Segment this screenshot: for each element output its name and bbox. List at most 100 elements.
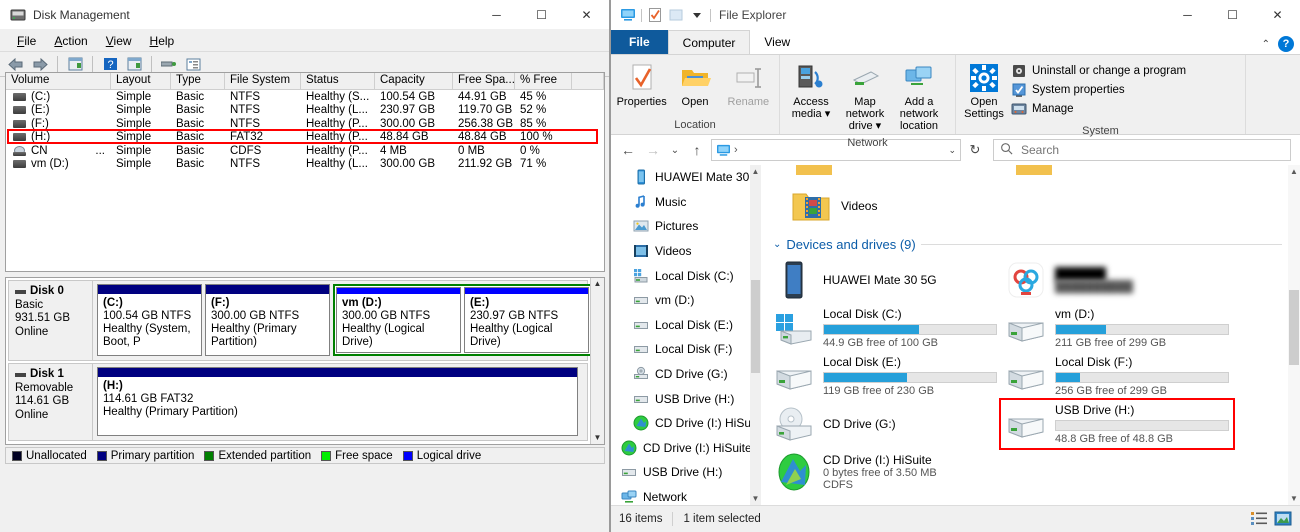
details-view-button[interactable] <box>1250 511 1268 527</box>
open-settings-button[interactable]: Open Settings <box>960 59 1008 123</box>
drive-tile[interactable]: CD Drive (I:) HiSuite 0 bytes free of 3.5… <box>769 448 1001 496</box>
scroll-down-icon[interactable]: ▼ <box>1290 494 1298 503</box>
large-icons-view-button[interactable] <box>1274 511 1292 527</box>
table-row[interactable]: (E:) Simple Basic NTFS Healthy (L... 230.97 G… <box>6 104 604 118</box>
minimize-button[interactable]: ─ <box>1165 0 1210 30</box>
close-button[interactable]: ✕ <box>1255 0 1300 30</box>
table-row[interactable]: (H:) Simple Basic FAT32 Healthy (P... 48.84 G… <box>6 131 604 145</box>
up-button[interactable]: ↑ <box>686 139 708 161</box>
column-header-file-system[interactable]: File System <box>225 73 301 89</box>
refresh-icon[interactable] <box>123 54 145 74</box>
drive-tile[interactable]: USB Drive (H:) 48.8 GB free of 48.8 GB <box>1001 400 1233 448</box>
back-button[interactable]: ← <box>617 139 639 161</box>
partition[interactable]: vm (D:) 300.00 GB NTFS Healthy (Logical Dr… <box>336 287 461 353</box>
content-scrollbar[interactable]: ▲ ▼ <box>1288 165 1300 505</box>
close-button[interactable]: ✕ <box>564 0 609 30</box>
sidebar-item-usb-drive-h[interactable]: USB Drive (H:) <box>611 460 761 485</box>
table-row[interactable]: vm (D:) Simple Basic NTFS Healthy (L... 300.0… <box>6 158 604 172</box>
customize-qat-dropdown-icon[interactable] <box>689 7 705 23</box>
back-button[interactable] <box>5 54 27 74</box>
table-row[interactable]: (C:) Simple Basic NTFS Healthy (S... 100.54 G… <box>6 90 604 104</box>
add-network-location-button[interactable]: Add a network location <box>892 59 946 135</box>
column-header-percent-free[interactable]: % Free <box>515 73 572 89</box>
search-input[interactable] <box>1019 142 1284 158</box>
drive-tile[interactable]: HUAWEI Mate 30 5G <box>769 256 1001 304</box>
recent-locations-icon[interactable]: ⌄ <box>667 139 683 161</box>
sidebar-item-huawei-mate-30-5g[interactable]: HUAWEI Mate 30 5G <box>611 165 761 190</box>
show-console-tree-icon[interactable] <box>64 54 86 74</box>
drive-tile[interactable]: Local Disk (E:) 119 GB free of 230 GB <box>769 352 1001 400</box>
disk-row[interactable]: Disk 0 Basic 931.51 GB Online (C:) 100.54 GB … <box>8 280 590 361</box>
drive-tile[interactable]: vm (D:) 211 GB free of 299 GB <box>1001 304 1233 352</box>
sidebar-item-cd-drive-i-hisuite[interactable]: CD Drive (I:) HiSuite <box>611 436 761 461</box>
search-box[interactable] <box>993 139 1291 161</box>
table-row[interactable]: (F:) Simple Basic NTFS Healthy (P... 300.00 G… <box>6 117 604 131</box>
collapse-ribbon-icon[interactable]: ⌃ <box>1262 39 1270 50</box>
disk-row[interactable]: Disk 1 Removable 114.61 GB Online (H:) 114.61… <box>8 363 588 441</box>
access-media-button[interactable]: Access media ▾ <box>784 59 838 123</box>
forward-button[interactable] <box>29 54 51 74</box>
sidebar-item-cd-drive-i-hisuite[interactable]: CD Drive (I:) HiSuite <box>611 411 761 436</box>
scrollbar-thumb[interactable] <box>1289 290 1299 365</box>
partition[interactable]: (C:) 100.54 GB NTFS Healthy (System, Boot,… <box>97 284 202 356</box>
maximize-button[interactable]: ☐ <box>1210 0 1255 30</box>
column-header-capacity[interactable]: Capacity <box>375 73 453 89</box>
sidebar-item-usb-drive-h[interactable]: USB Drive (H:) <box>611 386 761 411</box>
menu-action[interactable]: Action <box>45 32 96 50</box>
sidebar-item-local-disk-f[interactable]: Local Disk (F:) <box>611 337 761 362</box>
chevron-down-icon[interactable]: ⌄ <box>773 239 781 250</box>
forward-button[interactable]: → <box>642 139 664 161</box>
partition[interactable]: (F:) 300.00 GB NTFS Healthy (Primary Parti… <box>205 284 330 356</box>
properties-button[interactable]: Properties <box>615 59 668 111</box>
sidebar-item-music[interactable]: Music <box>611 190 761 215</box>
drive-tile[interactable]: Local Disk (F:) 256 GB free of 299 GB <box>1001 352 1233 400</box>
map-network-drive-button[interactable]: Map network drive ▾ <box>838 59 892 135</box>
help-icon[interactable]: ? <box>1278 36 1294 52</box>
disk-graphical-scrollbar[interactable]: ▲ ▼ <box>590 278 604 444</box>
tab-file[interactable]: File <box>611 30 668 54</box>
rename-button[interactable]: Rename <box>722 59 775 111</box>
scroll-up-icon[interactable]: ▲ <box>752 167 760 176</box>
system-properties-button[interactable]: System properties <box>1008 81 1189 99</box>
sidebar-item-pictures[interactable]: Pictures <box>611 214 761 239</box>
devices-and-drives-header[interactable]: ⌄ Devices and drives (9) <box>773 237 1300 252</box>
column-header-free-space[interactable]: Free Spa... <box>453 73 515 89</box>
drive-tile[interactable]: ██████ ██████████ <box>1001 256 1233 304</box>
column-header-type[interactable]: Type <box>171 73 225 89</box>
scrollbar-thumb[interactable] <box>751 280 760 373</box>
open-button[interactable]: Open <box>668 59 721 111</box>
properties-quick-icon[interactable] <box>647 7 663 23</box>
menu-help[interactable]: Help <box>141 32 184 50</box>
menu-file[interactable]: File <box>8 32 45 50</box>
sidebar-item-network[interactable]: Network <box>611 485 761 505</box>
maximize-button[interactable]: ☐ <box>519 0 564 30</box>
minimize-button[interactable]: ─ <box>474 0 519 30</box>
scroll-up-icon[interactable]: ▲ <box>594 279 602 289</box>
sidebar-item-local-disk-c[interactable]: Local Disk (C:) <box>611 263 761 288</box>
this-pc-icon[interactable] <box>716 144 731 157</box>
column-header-status[interactable]: Status <box>301 73 375 89</box>
tab-computer[interactable]: Computer <box>667 30 751 54</box>
refresh-button[interactable]: ↻ <box>964 139 986 161</box>
sidebar-item-local-disk-e[interactable]: Local Disk (E:) <box>611 313 761 338</box>
manage-button[interactable]: Manage <box>1008 100 1189 118</box>
sidebar-item-vm-d[interactable]: vm (D:) <box>611 288 761 313</box>
column-header-volume[interactable]: Volume <box>6 73 111 89</box>
tab-view[interactable]: View <box>750 30 804 54</box>
sidebar-item-cd-drive-g[interactable]: CD Drive (G:) <box>611 362 761 387</box>
scroll-up-icon[interactable]: ▲ <box>1290 167 1298 176</box>
column-header-layout[interactable]: Layout <box>111 73 171 89</box>
drive-tile[interactable]: Local Disk (C:) 44.9 GB free of 100 GB <box>769 304 1001 352</box>
navigation-scrollbar[interactable]: ▲ ▼ <box>750 165 761 505</box>
scroll-down-icon[interactable]: ▼ <box>752 494 760 503</box>
drive-tile[interactable]: CD Drive (G:) <box>769 400 1001 448</box>
help-icon[interactable]: ? <box>99 54 121 74</box>
partition[interactable]: (E:) 230.97 GB NTFS Healthy (Logical Drive… <box>464 287 589 353</box>
sidebar-item-videos[interactable]: Videos <box>611 239 761 264</box>
properties-icon[interactable] <box>158 54 180 74</box>
menu-view[interactable]: View <box>97 32 141 50</box>
table-row[interactable]: CN... Simple Basic CDFS Healthy (P... 4 MB 0 M… <box>6 144 604 158</box>
uninstall-program-button[interactable]: Uninstall or change a program <box>1008 62 1189 80</box>
partition[interactable]: (H:) 114.61 GB FAT32 Healthy (Primary Part… <box>97 367 578 436</box>
folder-item[interactable]: Videos <box>769 183 1300 229</box>
